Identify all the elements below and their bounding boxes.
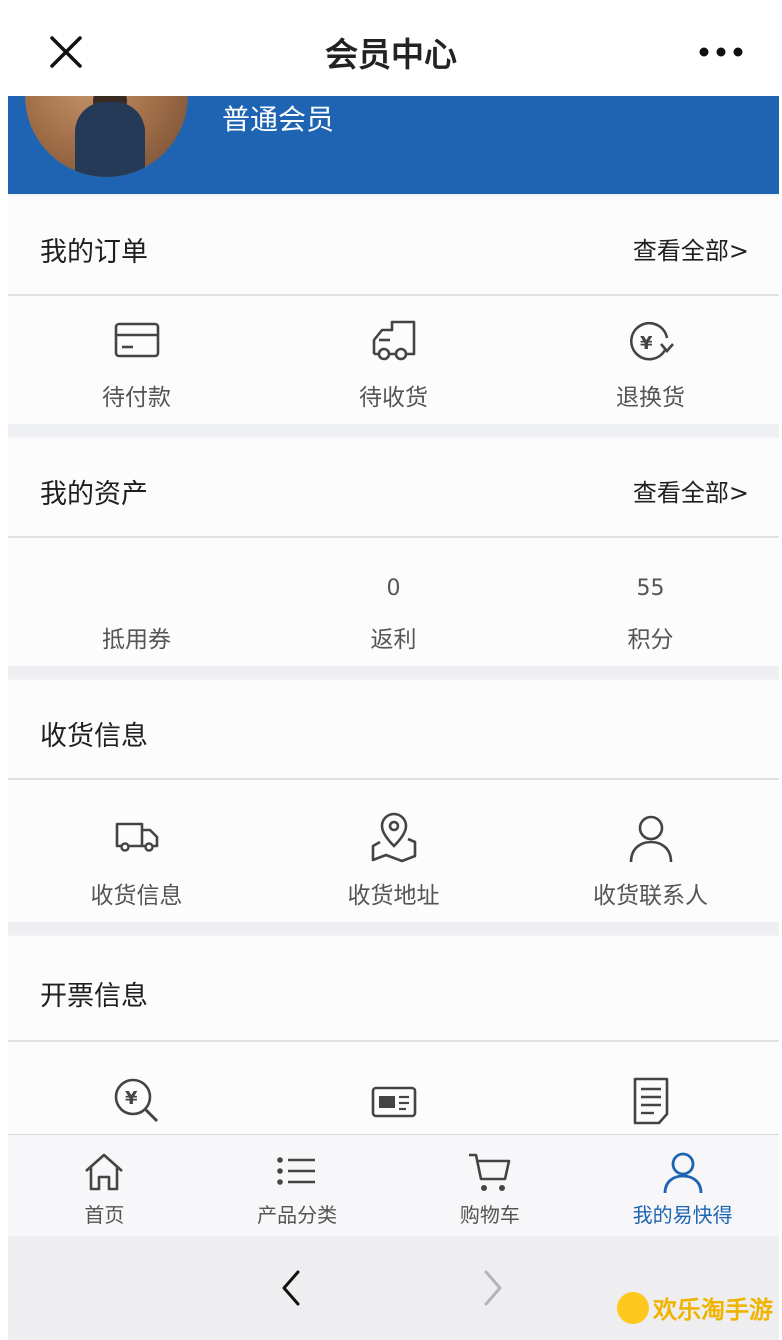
- yen-search-icon: ¥: [114, 1078, 158, 1123]
- asset-label: 抵用券: [102, 627, 171, 653]
- shipping-row: 收货信息 收货地址 收货联系人: [8, 780, 779, 922]
- page-title: 会员中心: [325, 35, 457, 74]
- watermark: 欢乐淘手游: [617, 1290, 773, 1325]
- order-returns[interactable]: ¥ 退换货: [522, 296, 779, 424]
- section-gap: [8, 666, 779, 678]
- order-item-label: 退换货: [616, 385, 685, 411]
- truck-icon: [372, 320, 415, 361]
- home-icon: [85, 1153, 124, 1191]
- orders-title: 我的订单: [40, 237, 148, 268]
- top-bar: 会员中心: [0, 0, 782, 98]
- cart-icon: [468, 1153, 511, 1191]
- list-icon: [277, 1157, 316, 1185]
- avatar[interactable]: [25, 96, 188, 177]
- tab-label: 首页: [84, 1203, 125, 1227]
- orders-view-all-link[interactable]: 查看全部>: [633, 231, 749, 266]
- more-icon[interactable]: [696, 30, 746, 74]
- shipping-contact[interactable]: 收货联系人: [522, 780, 779, 922]
- asset-value: 0: [386, 576, 401, 601]
- map-pin-icon: [371, 812, 416, 863]
- invoice-amount[interactable]: ¥: [8, 1042, 265, 1134]
- tab-home[interactable]: 首页: [8, 1135, 201, 1236]
- asset-points[interactable]: 55 积分: [522, 538, 779, 666]
- shipping-header: 收货信息: [8, 680, 779, 780]
- order-item-label: 待付款: [102, 385, 171, 411]
- tab-label: 购物车: [459, 1203, 520, 1227]
- shipping-item-label: 收货地址: [347, 883, 440, 909]
- order-pending-payment[interactable]: 待付款: [8, 296, 265, 424]
- person-icon: [629, 815, 672, 863]
- asset-coupons[interactable]: 抵用券: [8, 538, 265, 666]
- forward-arrow-icon[interactable]: [478, 1266, 508, 1310]
- shipping-title: 收货信息: [40, 721, 148, 752]
- tab-label: 产品分类: [257, 1203, 338, 1227]
- svg-text:¥: ¥: [640, 333, 653, 354]
- invoice-row: ¥: [8, 1042, 779, 1134]
- svg-text:¥: ¥: [125, 1088, 138, 1109]
- invoice-document[interactable]: [522, 1042, 779, 1134]
- shipping-item-label: 收货联系人: [593, 883, 708, 909]
- tab-cart[interactable]: 购物车: [394, 1135, 587, 1236]
- card-icon: [114, 322, 159, 358]
- invoice-header: 开票信息: [8, 936, 779, 1042]
- assets-row: 抵用券 0 返利 55 积分: [8, 538, 779, 666]
- delivery-truck-icon: [115, 822, 158, 852]
- shipping-info[interactable]: 收货信息: [8, 780, 265, 922]
- assets-header: 我的资产 查看全部>: [8, 438, 779, 538]
- watermark-logo-icon: [617, 1291, 649, 1324]
- avatar-body: [75, 102, 145, 177]
- tab-categories[interactable]: 产品分类: [201, 1135, 394, 1236]
- orders-row: 待付款 待收货 ¥ 退换货: [8, 296, 779, 424]
- assets-title: 我的资产: [40, 479, 148, 510]
- invoice-title: 开票信息: [40, 981, 148, 1012]
- document-icon: [633, 1077, 668, 1125]
- asset-label: 积分: [627, 627, 674, 653]
- profile-banner: 普通会员: [8, 96, 779, 194]
- assets-view-all-link[interactable]: 查看全部>: [633, 473, 749, 508]
- member-content: 普通会员 我的订单 查看全部> 待付款 待收货 ¥ 退换货 我的资产 查看全部>…: [8, 96, 779, 1134]
- asset-value: 55: [636, 576, 665, 601]
- asset-rebate[interactable]: 0 返利: [265, 538, 522, 666]
- orders-header: 我的订单 查看全部>: [8, 196, 779, 296]
- order-pending-receipt[interactable]: 待收货: [265, 296, 522, 424]
- member-level: 普通会员: [222, 103, 335, 136]
- shipping-address[interactable]: 收货地址: [265, 780, 522, 922]
- bottom-tab-bar: 首页 产品分类 购物车 我的易快得: [8, 1134, 779, 1236]
- tab-label: 我的易快得: [632, 1203, 733, 1227]
- ticket-icon: [371, 1086, 416, 1118]
- shipping-item-label: 收货信息: [90, 883, 183, 909]
- section-gap: [8, 922, 779, 934]
- back-arrow-icon[interactable]: [276, 1266, 306, 1310]
- tab-my-account[interactable]: 我的易快得: [586, 1135, 779, 1236]
- order-item-label: 待收货: [359, 385, 428, 411]
- user-icon: [663, 1152, 703, 1194]
- asset-label: 返利: [370, 627, 417, 653]
- browser-nav-bar: 欢乐淘手游: [8, 1236, 779, 1340]
- watermark-text: 欢乐淘手游: [653, 1296, 773, 1324]
- yen-return-icon: ¥: [629, 321, 674, 361]
- invoice-ticket[interactable]: [265, 1042, 522, 1134]
- section-gap: [8, 424, 779, 436]
